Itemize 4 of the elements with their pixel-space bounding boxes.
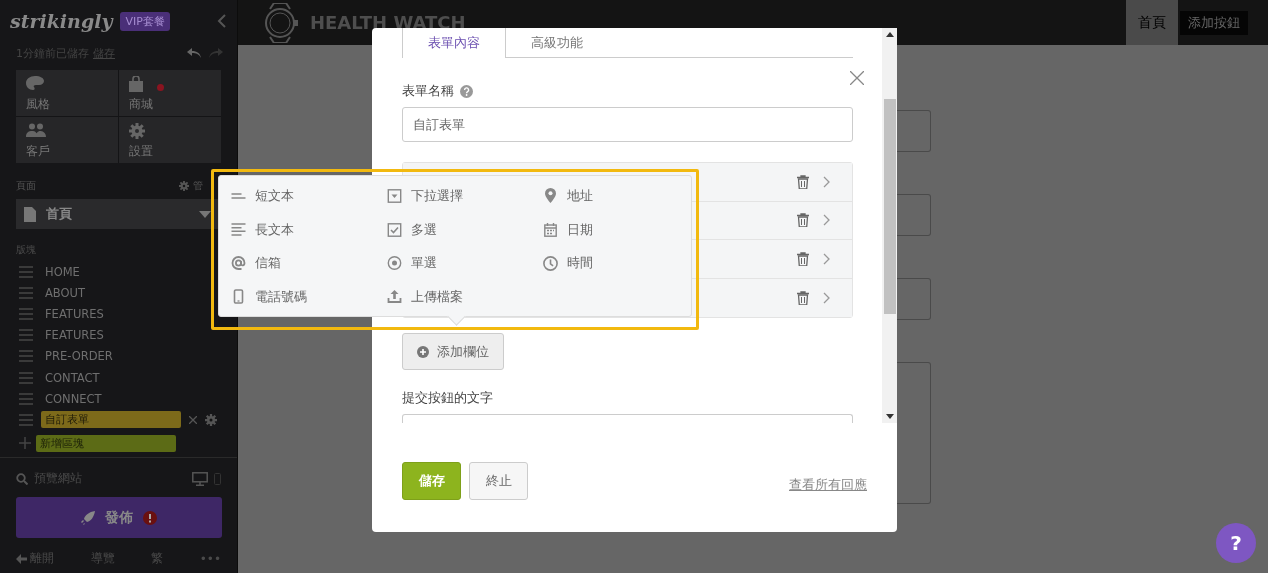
- field-label: 提交按鈕的文字: [402, 389, 494, 407]
- logo: strikingly: [10, 10, 113, 32]
- plan-badge: VIP套餐: [120, 11, 170, 31]
- field-label: 表單名稱: [402, 82, 454, 100]
